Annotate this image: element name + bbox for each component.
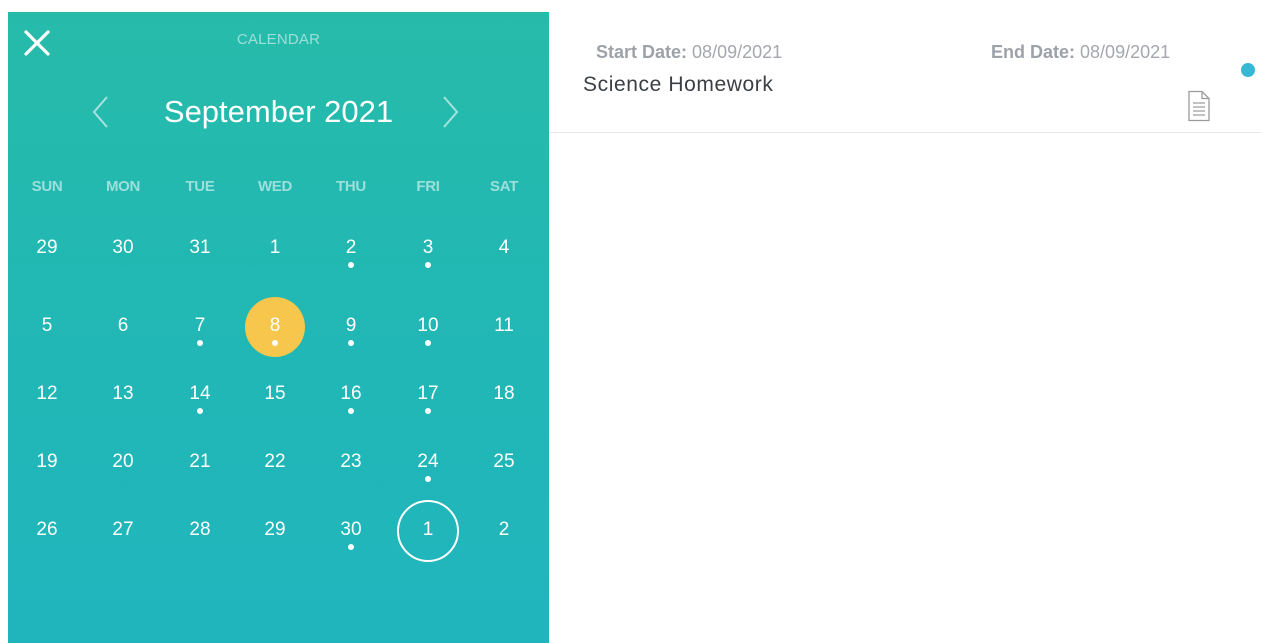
day-number: 3 <box>422 237 434 258</box>
day-number: 8 <box>269 315 281 336</box>
day-cell[interactable]: 4 <box>472 217 536 281</box>
day-cell[interactable]: 7 <box>168 295 232 359</box>
app-root: CALENDAR September 2021 SUN MON TUE WED THU F… <box>0 0 1261 643</box>
day-number: 30 <box>340 519 362 540</box>
event-dot <box>197 408 203 414</box>
day-cell[interactable]: 15 <box>243 363 307 427</box>
day-number: 21 <box>189 451 211 472</box>
event-dot <box>348 262 354 268</box>
day-number: 1 <box>422 519 434 540</box>
day-number: 29 <box>264 519 286 540</box>
day-cell[interactable]: 22 <box>243 431 307 495</box>
end-date-label: End Date: <box>991 42 1076 62</box>
day-cell[interactable]: 20 <box>91 431 155 495</box>
event-dot <box>425 262 431 268</box>
day-cell[interactable]: 28 <box>168 499 232 563</box>
event-dot <box>425 476 431 482</box>
day-cell[interactable]: 9 <box>319 295 383 359</box>
day-number: 10 <box>417 315 439 336</box>
day-number: 24 <box>417 451 439 472</box>
day-cell[interactable]: 11 <box>472 295 536 359</box>
day-cell[interactable]: 23 <box>319 431 383 495</box>
day-cell[interactable]: 16 <box>319 363 383 427</box>
event-dot <box>197 340 203 346</box>
day-cell[interactable]: 3 <box>396 217 460 281</box>
day-number: 13 <box>112 383 134 404</box>
day-number: 4 <box>498 237 510 258</box>
day-cell[interactable]: 6 <box>91 295 155 359</box>
day-number: 26 <box>36 519 58 540</box>
day-cell[interactable]: 25 <box>472 431 536 495</box>
event-dot <box>348 408 354 414</box>
day-cell[interactable]: 17 <box>396 363 460 427</box>
start-date-value: 08/09/2021 <box>692 42 783 62</box>
end-date: End Date: 08/09/2021 <box>991 42 1170 63</box>
day-number: 17 <box>417 383 439 404</box>
day-number: 2 <box>498 519 510 540</box>
day-number: 19 <box>36 451 58 472</box>
day-cell[interactable]: 14 <box>168 363 232 427</box>
day-number: 5 <box>41 315 53 336</box>
event-dot <box>348 544 354 550</box>
day-number: 12 <box>36 383 58 404</box>
start-date-label: Start Date: <box>596 42 688 62</box>
day-number: 18 <box>493 383 515 404</box>
day-cell[interactable]: 30 <box>91 217 155 281</box>
calendar-panel: CALENDAR September 2021 SUN MON TUE WED THU F… <box>8 12 549 643</box>
day-number: 14 <box>189 383 211 404</box>
day-number: 15 <box>264 383 286 404</box>
day-cell[interactable]: 10 <box>396 295 460 359</box>
day-number: 7 <box>194 315 206 336</box>
start-date: Start Date: 08/09/2021 <box>596 42 782 63</box>
event-dot <box>272 340 278 346</box>
day-cell[interactable]: 5 <box>15 295 79 359</box>
day-cell[interactable]: 29 <box>15 217 79 281</box>
day-number: 1 <box>269 237 281 258</box>
day-number: 2 <box>345 237 357 258</box>
day-cell[interactable]: 27 <box>91 499 155 563</box>
event-title: Science Homework <box>583 73 774 96</box>
day-cell[interactable]: 13 <box>91 363 155 427</box>
day-cell[interactable]: 26 <box>15 499 79 563</box>
day-number: 20 <box>112 451 134 472</box>
day-cell[interactable]: 24 <box>396 431 460 495</box>
day-cell[interactable]: 31 <box>168 217 232 281</box>
day-number: 6 <box>117 315 129 336</box>
day-cell[interactable]: 29 <box>243 499 307 563</box>
day-cell-today[interactable]: 1 <box>396 499 460 563</box>
day-number: 29 <box>36 237 58 258</box>
day-number: 11 <box>494 315 514 336</box>
day-number: 27 <box>112 519 134 540</box>
day-cell[interactable]: 2 <box>319 217 383 281</box>
day-cell[interactable]: 2 <box>472 499 536 563</box>
day-number: 9 <box>345 315 357 336</box>
day-cell[interactable]: 19 <box>15 431 79 495</box>
event-dot <box>425 340 431 346</box>
day-cell-selected[interactable]: 8 <box>243 295 307 359</box>
day-cell[interactable]: 1 <box>243 217 307 281</box>
day-cell[interactable]: 30 <box>319 499 383 563</box>
day-number: 22 <box>264 451 286 472</box>
day-number: 30 <box>112 237 134 258</box>
day-number: 23 <box>340 451 362 472</box>
event-dot <box>348 340 354 346</box>
event-dot <box>425 408 431 414</box>
end-date-value: 08/09/2021 <box>1080 42 1171 62</box>
day-cell[interactable]: 18 <box>472 363 536 427</box>
day-number: 28 <box>189 519 211 540</box>
document-button[interactable] <box>1187 90 1211 122</box>
day-number: 16 <box>340 383 362 404</box>
day-cell[interactable]: 12 <box>15 363 79 427</box>
event-item[interactable]: Start Date: 08/09/2021 End Date: 08/09/2… <box>549 12 1261 133</box>
day-number: 31 <box>189 237 211 258</box>
day-grid: 29 30 31 1 2 3 4 5 6 7 8 9 10 11 12 13 14 15 16 17 18 19 20 21 2… <box>8 12 549 643</box>
day-number: 25 <box>493 451 515 472</box>
status-dot <box>1241 63 1255 77</box>
day-cell[interactable]: 21 <box>168 431 232 495</box>
document-icon <box>1188 90 1210 122</box>
